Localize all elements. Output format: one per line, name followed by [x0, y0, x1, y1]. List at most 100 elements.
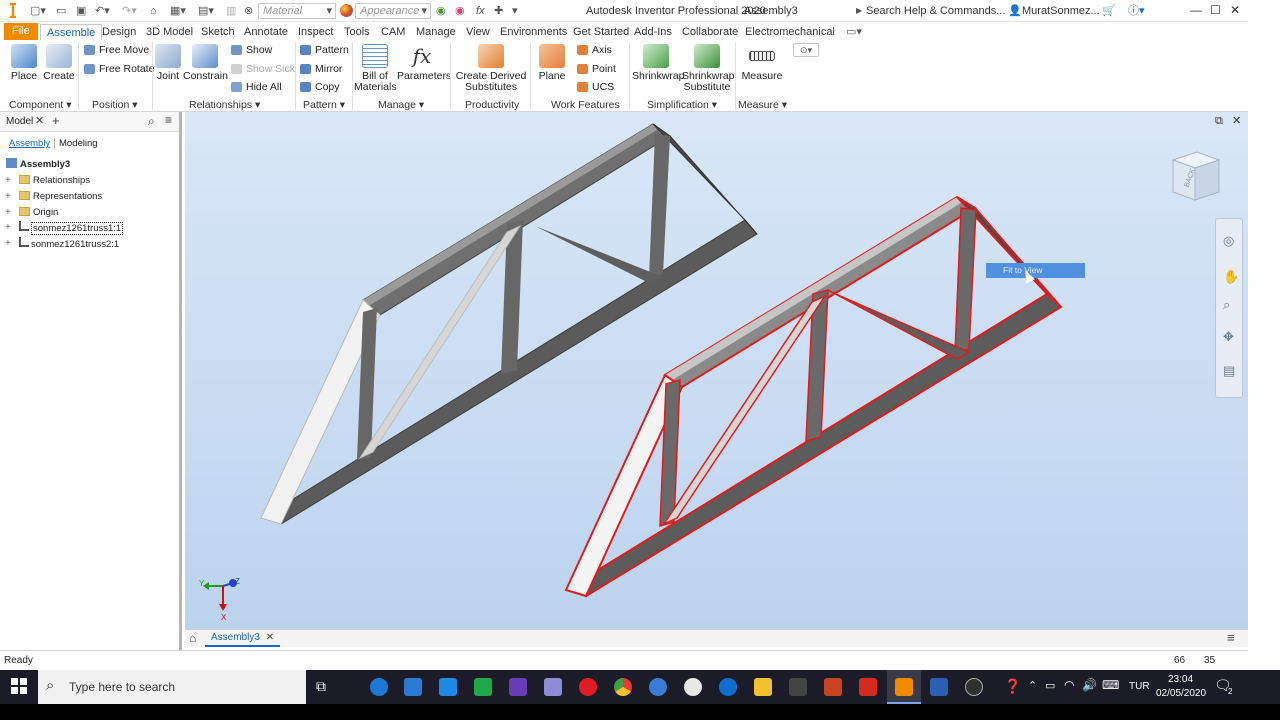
group-simplification[interactable]: Simplification ▾: [647, 98, 717, 112]
tab-sketch[interactable]: Sketch: [201, 24, 235, 40]
constrain-button[interactable]: Constrain: [183, 44, 228, 82]
tab-file[interactable]: File: [4, 23, 38, 40]
clock-date[interactable]: 02/05/2020: [1156, 688, 1206, 699]
tree-root[interactable]: Assembly3: [6, 158, 70, 172]
tab-3d-model[interactable]: 3D Model: [146, 24, 193, 40]
document-tab[interactable]: Assembly3 ✕: [205, 630, 281, 647]
group-pattern[interactable]: Pattern ▾: [303, 98, 345, 112]
tab-collaborate[interactable]: Collaborate: [682, 24, 738, 40]
tree-item-origin[interactable]: + Origin: [5, 206, 58, 220]
close-browser-icon[interactable]: ✕: [35, 114, 44, 127]
graphics-viewport[interactable]: BACK Y Z X ◎ ✋ ⌕ ✥ ▤ ⧉ ✕ Fit to View: [185, 112, 1248, 629]
point-button[interactable]: Point: [576, 62, 616, 76]
tree-item-relationships[interactable]: + Relationships: [5, 174, 90, 188]
edge-icon[interactable]: [370, 678, 388, 696]
taskbar-search-box[interactable]: ⌕ Type here to search: [38, 670, 306, 704]
tree-item-truss1[interactable]: + sonmez1261truss1:1: [5, 221, 124, 235]
tab-cam[interactable]: CAM: [381, 24, 405, 40]
fx-icon[interactable]: fx: [476, 3, 485, 19]
inventor-taskbar-button[interactable]: [887, 670, 921, 704]
undo-icon[interactable]: ↶▾: [95, 3, 110, 19]
group-position[interactable]: Position ▾: [92, 98, 138, 112]
add-browser-icon[interactable]: +: [52, 113, 60, 128]
look-at-icon[interactable]: ▤: [1223, 363, 1235, 379]
color-override-icon[interactable]: ◉: [436, 3, 446, 19]
opera-icon[interactable]: [579, 678, 597, 696]
update-icon[interactable]: ▦▾: [170, 3, 186, 19]
tab-get-started[interactable]: Get Started: [573, 24, 629, 40]
customize-icon[interactable]: ▾: [512, 3, 518, 19]
measure-button[interactable]: Measure: [740, 44, 784, 82]
plane-button[interactable]: Plane: [535, 44, 569, 82]
user-name[interactable]: MuratSonmez...: [1022, 3, 1100, 19]
calculator-icon[interactable]: [789, 678, 807, 696]
measure-qa-icon[interactable]: ▥: [226, 3, 236, 19]
group-relationships[interactable]: Relationships ▾: [189, 98, 260, 112]
hide-all-button[interactable]: Hide All: [230, 80, 282, 94]
app-white-icon[interactable]: [684, 678, 702, 696]
obs-icon[interactable]: [965, 678, 983, 696]
zoom-icon[interactable]: ⌕: [1223, 297, 1230, 313]
subtab-assembly[interactable]: Assembly: [9, 138, 50, 149]
tab-add-ins[interactable]: Add-Ins: [634, 24, 672, 40]
tab-annotate[interactable]: Annotate: [244, 24, 288, 40]
tree-item-truss2[interactable]: + sonmez1261truss2:1: [5, 237, 119, 251]
bill-of-materials-button[interactable]: Bill of Materials: [354, 44, 397, 93]
close-window-button[interactable]: ✕: [1230, 3, 1240, 17]
steering-wheel-icon[interactable]: ◎: [1223, 233, 1234, 249]
free-move-button[interactable]: Free Move: [83, 43, 149, 57]
orbit-icon[interactable]: ✥: [1223, 329, 1234, 345]
viewport-close-icon[interactable]: ✕: [1232, 114, 1241, 127]
mirror-button[interactable]: Mirror: [299, 62, 342, 76]
material-combo[interactable]: Material: [258, 3, 336, 19]
shrinkwrap-substitute-button[interactable]: Shrinkwrap Substitute: [682, 44, 735, 93]
tab-tools[interactable]: Tools: [344, 24, 370, 40]
app-green-icon[interactable]: [474, 678, 492, 696]
group-measure[interactable]: Measure ▾: [738, 98, 787, 112]
language-indicator[interactable]: TUR: [1129, 681, 1150, 692]
panel-options-icon[interactable]: ⊙▾: [793, 43, 819, 57]
viewport-restore-icon[interactable]: ⧉: [1215, 115, 1223, 128]
create-derived-substitutes-button[interactable]: Create Derived Substitutes: [455, 44, 527, 93]
subtab-modeling[interactable]: Modeling: [59, 138, 98, 149]
viewcube[interactable]: [1171, 151, 1221, 201]
save-icon[interactable]: ▣: [76, 3, 86, 19]
keyboard-icon[interactable]: ⌨: [1102, 678, 1119, 692]
place-button[interactable]: Place: [6, 44, 42, 82]
browser-menu-icon[interactable]: ≡: [165, 113, 172, 127]
app-blue-icon[interactable]: [649, 678, 667, 696]
group-component[interactable]: Component ▾: [9, 98, 72, 112]
user-icon[interactable]: 👤: [1008, 3, 1022, 19]
tray-expand-icon[interactable]: ⌃: [1028, 679, 1037, 692]
shrinkwrap-button[interactable]: Shrinkwrap: [632, 44, 685, 82]
clock-time[interactable]: 23:04: [1168, 674, 1193, 685]
teamviewer-icon[interactable]: [719, 678, 737, 696]
open-icon[interactable]: ▭: [56, 3, 66, 19]
tab-assemble[interactable]: Assemble: [40, 24, 103, 40]
powerpoint-icon[interactable]: [824, 678, 842, 696]
help-icon[interactable]: ⓘ▾: [1128, 3, 1145, 19]
new-icon[interactable]: ▢▾: [30, 3, 46, 19]
help-tray-icon[interactable]: ❓: [1004, 678, 1021, 695]
autocad-icon[interactable]: [859, 678, 877, 696]
parameters-button[interactable]: fx Parameters: [397, 44, 451, 82]
tab-view[interactable]: View: [466, 24, 490, 40]
ribbon-options-icon[interactable]: ▭▾: [846, 24, 862, 40]
search-help-field[interactable]: Search Help & Commands...: [866, 3, 1006, 19]
ucs-button[interactable]: UCS: [576, 80, 614, 94]
tree-item-representations[interactable]: + Representations: [5, 190, 102, 204]
show-button[interactable]: Show: [230, 43, 272, 57]
tab-inspect[interactable]: Inspect: [298, 24, 333, 40]
redo-icon[interactable]: ↷▾: [122, 3, 137, 19]
windows-start-icon[interactable]: [11, 678, 27, 694]
tab-electromechanical[interactable]: Electromechanical: [745, 24, 835, 40]
word-icon[interactable]: [930, 678, 948, 696]
file-explorer-icon[interactable]: [754, 678, 772, 696]
store-icon[interactable]: [404, 678, 422, 696]
cart-icon[interactable]: 🛒: [1102, 3, 1116, 19]
tab-environments[interactable]: Environments: [500, 24, 567, 40]
add-icon[interactable]: ✚: [494, 3, 503, 19]
battery-icon[interactable]: ▭: [1045, 679, 1055, 692]
tab-model[interactable]: Model: [6, 116, 33, 127]
axis-button[interactable]: Axis: [576, 43, 612, 57]
